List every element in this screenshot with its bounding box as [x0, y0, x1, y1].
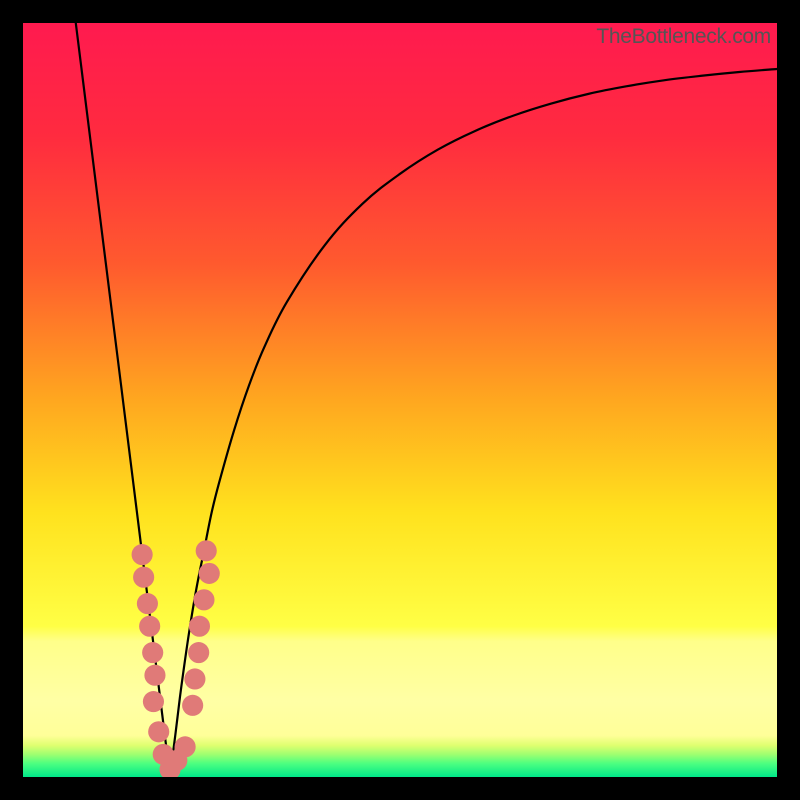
data-marker: [189, 616, 210, 637]
data-marker: [132, 544, 153, 565]
curve-layer: [23, 23, 777, 777]
data-marker: [182, 695, 203, 716]
plot-area: TheBottleneck.com: [23, 23, 777, 777]
watermark-text: TheBottleneck.com: [596, 25, 771, 49]
data-marker: [199, 563, 220, 584]
data-marker: [133, 567, 154, 588]
data-marker: [193, 589, 214, 610]
marker-group: [132, 540, 220, 777]
data-marker: [148, 721, 169, 742]
data-marker: [196, 540, 217, 561]
data-marker: [188, 642, 209, 663]
data-marker: [144, 665, 165, 686]
data-marker: [175, 736, 196, 757]
chart-frame: TheBottleneck.com: [0, 0, 800, 800]
bottleneck-curve: [76, 23, 777, 773]
data-marker: [184, 668, 205, 689]
data-marker: [137, 593, 158, 614]
data-marker: [142, 642, 163, 663]
data-marker: [143, 691, 164, 712]
data-marker: [139, 616, 160, 637]
